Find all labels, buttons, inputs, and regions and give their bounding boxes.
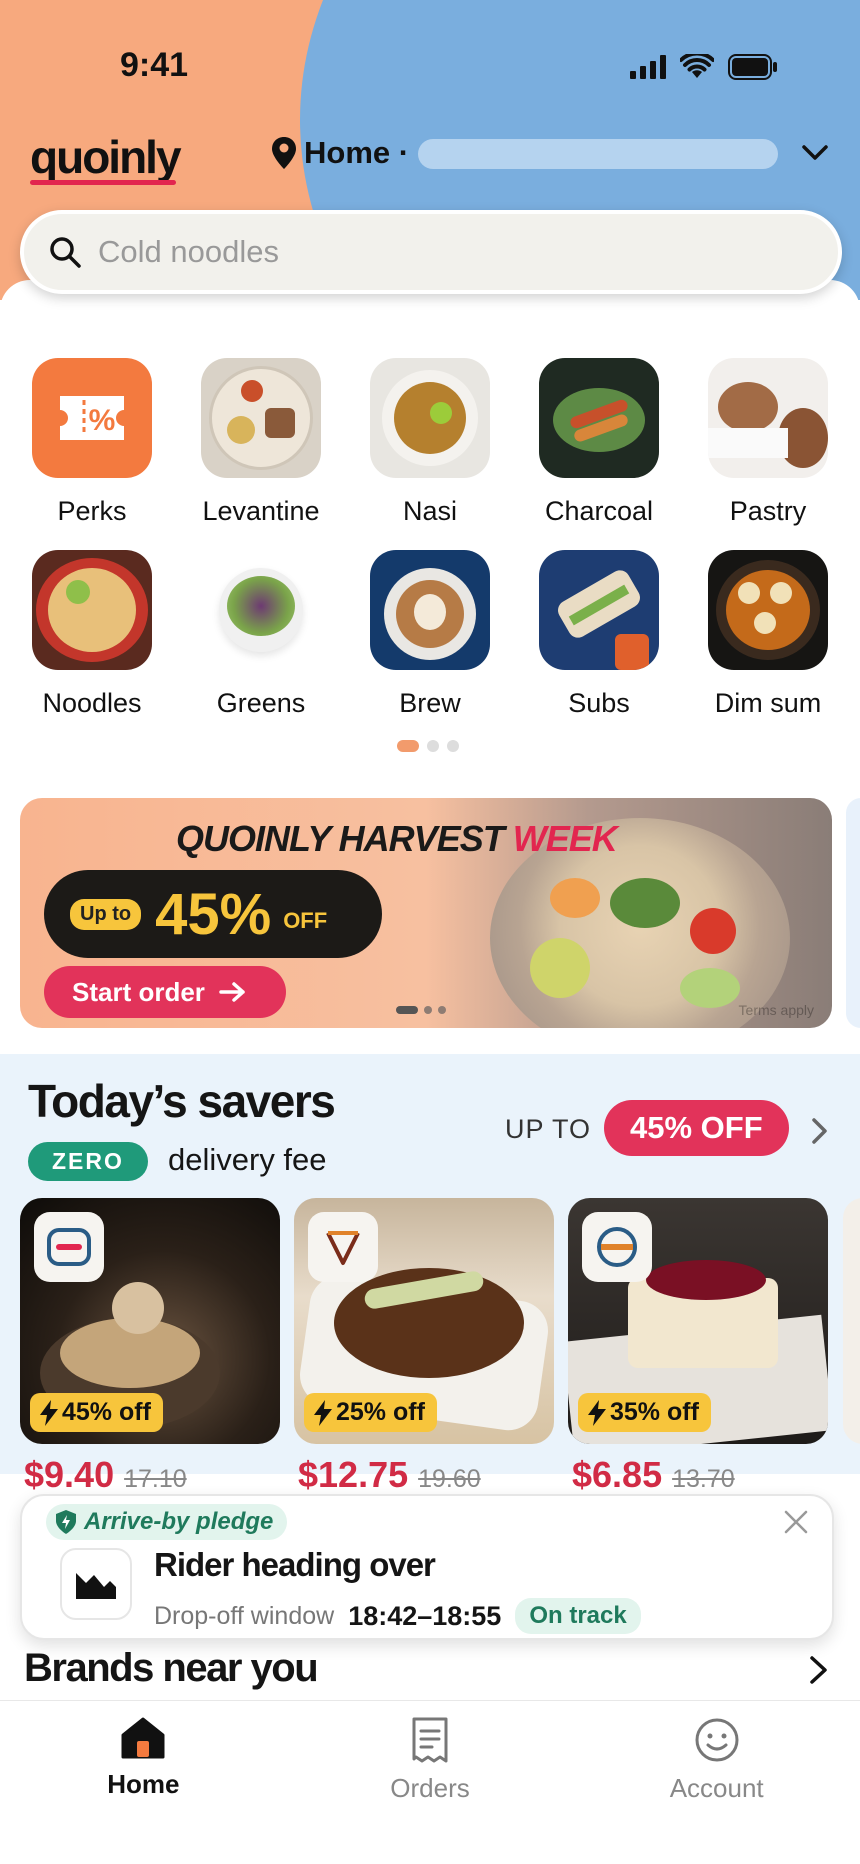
store-logo-icon <box>308 1212 378 1282</box>
promo-banner[interactable]: QUOINLY HARVEST WEEK Up to 45% OFF Start… <box>20 798 832 1028</box>
subs-image <box>539 550 659 670</box>
savers-discount-badge: 45% OFF <box>604 1100 789 1156</box>
deal-card[interactable]: 25% off $12.75 19.60 <box>294 1198 554 1496</box>
notification-title: Rider heading over <box>154 1546 436 1583</box>
noodles-image <box>32 550 152 670</box>
shield-icon <box>56 1510 76 1534</box>
close-icon[interactable] <box>782 1508 810 1536</box>
pager-dot <box>427 740 439 752</box>
dim-sum-image <box>708 550 828 670</box>
dropoff-window: Drop-off window 18:42–18:55 On track <box>154 1598 641 1634</box>
battery-icon <box>728 54 777 80</box>
category-brew[interactable]: Brew <box>345 550 515 719</box>
location-selector[interactable]: Home · <box>272 135 409 171</box>
search-icon <box>50 237 81 268</box>
brands-section-title: Brands near you <box>24 1646 319 1690</box>
restaurant-logo <box>60 1548 132 1620</box>
ticket-percent-icon: % <box>32 358 152 478</box>
chevron-right-icon[interactable] <box>808 1654 830 1686</box>
category-subs[interactable]: Subs <box>514 550 684 719</box>
arrow-right-icon <box>219 982 245 1002</box>
banner-pager <box>396 1006 446 1014</box>
store-logo-icon <box>34 1212 104 1282</box>
zero-badge: ZERO <box>28 1142 148 1181</box>
pastry-image <box>708 358 828 478</box>
category-dim-sum[interactable]: Dim sum <box>683 550 853 719</box>
category-pager <box>397 740 459 752</box>
location-label: Home · <box>304 135 410 170</box>
bolt-icon <box>314 1399 332 1426</box>
next-deal-peek[interactable] <box>843 1198 860 1444</box>
arrive-by-badge: Arrive-by pledge <box>46 1504 288 1540</box>
category-levantine[interactable]: Levantine <box>176 358 346 527</box>
home-icon <box>121 1717 165 1759</box>
banner-title: QUOINLY HARVEST WEEK <box>176 818 618 859</box>
next-banner-peek[interactable] <box>846 798 860 1028</box>
bolt-icon <box>588 1399 606 1426</box>
deal-price: $12.75 19.60 <box>298 1454 481 1495</box>
deal-image: 45% off <box>20 1198 280 1444</box>
signal-icon <box>630 55 666 79</box>
map-pin-icon <box>272 137 296 169</box>
pager-dot <box>447 740 459 752</box>
search-placeholder: Cold noodles <box>98 234 279 269</box>
nasi-image <box>370 358 490 478</box>
delivery-fee-label: delivery fee <box>168 1142 327 1177</box>
category-noodles[interactable]: Noodles <box>7 550 177 719</box>
start-order-button[interactable]: Start order <box>44 966 286 1018</box>
levantine-image <box>201 358 321 478</box>
status-time: 9:41 <box>120 46 189 84</box>
store-logo-icon <box>582 1212 652 1282</box>
status-bar: 9:41 <box>0 0 860 130</box>
deal-image: 35% off <box>568 1198 828 1444</box>
svg-text:%: % <box>89 404 116 437</box>
app-logo: quoinly <box>30 131 182 183</box>
chevron-right-icon[interactable] <box>810 1116 830 1146</box>
up-to-label: UP TO <box>505 1114 592 1144</box>
category-charcoal[interactable]: Charcoal <box>514 358 684 527</box>
discount-tag: 25% off <box>304 1393 437 1432</box>
deal-price: $6.85 13.70 <box>572 1454 735 1495</box>
savers-title: Today’s savers <box>28 1075 336 1127</box>
brew-image <box>370 550 490 670</box>
category-nasi[interactable]: Nasi <box>345 358 515 527</box>
bottom-tab-bar: Home Orders Account <box>0 1700 860 1864</box>
search-input[interactable]: Cold noodles <box>20 210 842 294</box>
tab-orders[interactable]: Orders <box>287 1701 574 1864</box>
category-perks[interactable]: % Perks <box>7 358 177 527</box>
discount-tag: 45% off <box>30 1393 163 1432</box>
pager-dot <box>397 740 419 752</box>
deal-image: 25% off <box>294 1198 554 1444</box>
deal-card[interactable]: 45% off $9.40 17.10 <box>20 1198 280 1496</box>
wifi-icon <box>680 54 714 78</box>
deal-price: $9.40 17.10 <box>24 1454 187 1495</box>
banner-discount-pill: Up to 45% OFF <box>44 870 382 958</box>
receipt-icon <box>412 1717 448 1763</box>
terms-note: Terms apply <box>738 1002 814 1018</box>
deal-card[interactable]: 35% off $6.85 13.70 <box>568 1198 828 1496</box>
mountain-logo-icon <box>76 1573 116 1599</box>
address-redacted <box>418 139 778 169</box>
chevron-down-icon[interactable] <box>800 137 830 167</box>
on-track-badge: On track <box>515 1598 641 1634</box>
tab-account[interactable]: Account <box>573 1701 860 1864</box>
greens-image <box>201 550 321 670</box>
logo-underline <box>30 180 176 185</box>
tab-home[interactable]: Home <box>0 1701 287 1864</box>
category-pastry[interactable]: Pastry <box>683 358 853 527</box>
charcoal-image <box>539 358 659 478</box>
category-greens[interactable]: Greens <box>176 550 346 719</box>
bolt-icon <box>40 1399 58 1426</box>
delivery-status-card[interactable]: Arrive-by pledge Rider heading over Drop… <box>20 1494 834 1640</box>
app-header: quoinly Home · <box>0 125 860 195</box>
dropoff-time: 18:42–18:55 <box>348 1600 502 1631</box>
discount-tag: 35% off <box>578 1393 711 1432</box>
smiley-icon <box>695 1718 739 1762</box>
